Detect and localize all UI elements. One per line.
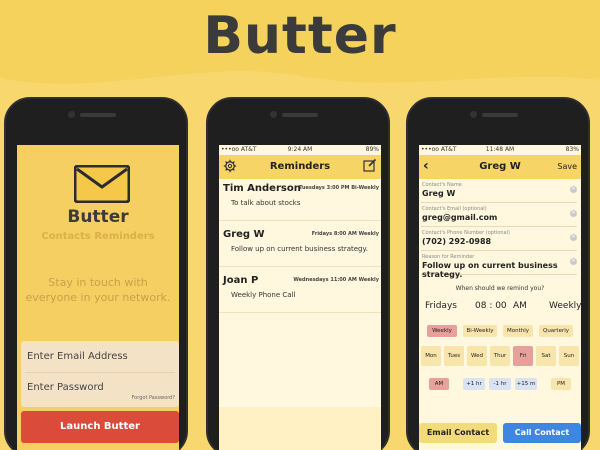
app-subtitle: Contacts Reminders	[41, 231, 155, 242]
email-contact-button[interactable]: Email Contact	[419, 423, 497, 443]
camera-dot	[270, 111, 277, 118]
clear-icon[interactable]: ✕	[570, 258, 577, 265]
launch-button[interactable]: Launch Butter	[21, 411, 179, 443]
battery-label: 89%	[365, 146, 379, 153]
page-title: Reminders	[269, 161, 331, 172]
list-item[interactable]: Tim Anderson Tuesdays 3:00 PM Bi-Weekly …	[219, 179, 381, 221]
frequency-weekly-chip[interactable]: Weekly	[427, 325, 457, 337]
camera-dot	[470, 111, 477, 118]
list-footer	[219, 407, 381, 450]
field-label: Contact's Phone Number (optional)	[422, 230, 510, 236]
summary-frequency: Weekly	[549, 301, 581, 311]
earpiece	[80, 113, 116, 117]
compose-icon[interactable]	[363, 158, 377, 172]
reminder-note: To talk about stocks	[231, 199, 301, 207]
plus-15-minutes-button[interactable]: +15 m	[515, 378, 537, 390]
reminder-note: Weekly Phone Call	[231, 291, 296, 299]
list-item[interactable]: Joan P Wednesdays 11:00 AM Weekly Weekly…	[219, 271, 381, 313]
camera-dot	[68, 111, 75, 118]
reminder-schedule: Tuesdays 3:00 PM Bi-Weekly	[299, 185, 379, 191]
day-mon-chip[interactable]: Mon	[421, 346, 441, 366]
phone-reminders: •••oo AT&T 9:24 AM 89% Reminders Tim And…	[206, 97, 390, 450]
forgot-password-link[interactable]: Forgot Password?	[131, 395, 175, 401]
call-contact-button[interactable]: Call Contact	[503, 423, 581, 443]
status-bar: •••oo AT&T 11:48 AM 83%	[419, 145, 581, 155]
field-divider	[25, 372, 175, 373]
edit-reminder-screen: •••oo AT&T 11:48 AM 83% ‹ Greg W Save Co…	[419, 145, 581, 450]
contact-email-field[interactable]: Contact's Email (optional) greg@gmail.co…	[421, 205, 577, 227]
am-button[interactable]: AM	[429, 378, 449, 390]
reminder-name: Greg W	[223, 229, 265, 240]
frequency-quarterly-chip[interactable]: Quarterly	[539, 325, 573, 337]
field-label: Contact's Name	[422, 182, 462, 188]
field-label: Reason for Reminder	[422, 254, 475, 260]
field-label: Contact's Email (optional)	[422, 206, 487, 212]
status-time: 11:48 AM	[485, 146, 515, 153]
save-button[interactable]: Save	[557, 162, 577, 171]
frequency-monthly-chip[interactable]: Monthly	[503, 325, 533, 337]
reminder-note: Follow up on current business strategy.	[231, 245, 368, 253]
phone-login: Butter Contacts Reminders Stay in touch …	[4, 97, 188, 450]
list-item[interactable]: Greg W Fridays 8:00 AM Weekly Follow up …	[219, 225, 381, 267]
reminder-schedule: Fridays 8:00 AM Weekly	[311, 231, 379, 237]
brand-title: Butter	[203, 6, 397, 66]
summary-time: 08 : 00	[475, 301, 507, 311]
field-value: (702) 292-0988	[422, 237, 492, 246]
earpiece	[282, 113, 318, 117]
summary-ampm: AM	[513, 301, 527, 311]
login-form: Enter Email Address Enter Password Forgo…	[21, 341, 179, 407]
clear-icon[interactable]: ✕	[570, 234, 577, 241]
day-sat-chip[interactable]: Sat	[536, 346, 556, 366]
field-value: greg@gmail.com	[422, 213, 498, 222]
day-fri-chip[interactable]: Fri	[513, 346, 533, 366]
tagline: Stay in touch with everyone in your netw…	[25, 276, 171, 304]
day-tues-chip[interactable]: Tues	[444, 346, 464, 366]
day-thur-chip[interactable]: Thur	[490, 346, 510, 366]
login-screen: Butter Contacts Reminders Stay in touch …	[17, 145, 179, 450]
reminder-schedule: Wednesdays 11:00 AM Weekly	[293, 277, 379, 283]
field-value: Greg W	[422, 189, 456, 198]
contact-name-field[interactable]: Contact's Name Greg W ✕	[421, 181, 577, 203]
pm-button[interactable]: PM	[551, 378, 571, 390]
app-name: Butter	[67, 207, 129, 227]
email-field[interactable]: Enter Email Address	[27, 351, 175, 362]
plus-hour-button[interactable]: +1 hr	[463, 378, 485, 390]
phone-edit-reminder: •••oo AT&T 11:48 AM 83% ‹ Greg W Save Co…	[406, 97, 590, 450]
clear-icon[interactable]: ✕	[570, 186, 577, 193]
day-wed-chip[interactable]: Wed	[467, 346, 487, 366]
day-sun-chip[interactable]: Sun	[559, 346, 579, 366]
reminders-screen: •••oo AT&T 9:24 AM 89% Reminders Tim And…	[219, 145, 381, 450]
contact-phone-field[interactable]: Contact's Phone Number (optional) (702) …	[421, 229, 577, 251]
envelope-icon	[74, 165, 130, 203]
frequency-biweekly-chip[interactable]: Bi-Weekly	[463, 325, 497, 337]
password-field[interactable]: Enter Password	[27, 382, 175, 393]
minus-hour-button[interactable]: -1 hr	[489, 378, 511, 390]
field-value: Follow up on current business strategy.	[422, 261, 558, 279]
summary-day: Fridays	[425, 301, 457, 311]
reminder-reason-field[interactable]: Reason for Reminder Follow up on current…	[421, 253, 577, 279]
reminder-name: Joan P	[223, 275, 259, 286]
schedule-question: When should we remind you?	[455, 285, 545, 292]
battery-label: 83%	[565, 146, 579, 153]
status-bar: •••oo AT&T 9:24 AM 89%	[219, 145, 381, 155]
earpiece	[482, 113, 518, 117]
clear-icon[interactable]: ✕	[570, 210, 577, 217]
status-time: 9:24 AM	[287, 146, 313, 153]
reminder-name: Tim Anderson	[223, 183, 301, 194]
